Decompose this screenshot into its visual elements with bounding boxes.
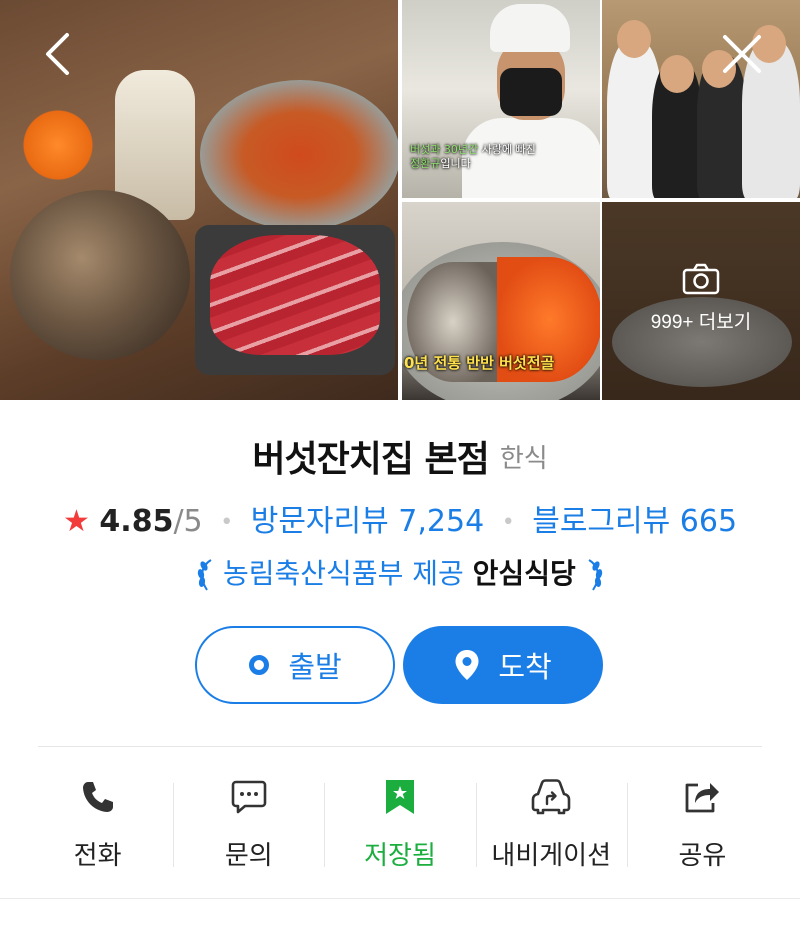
hotpot-photo[interactable]: 0년 전통 반반 버섯전골 xyxy=(402,202,600,400)
share-action[interactable]: 공유 xyxy=(626,775,778,875)
safe-restaurant-certification[interactable]: 농림축산식품부 제공 안심식당 xyxy=(0,552,800,592)
back-button[interactable] xyxy=(34,32,82,80)
more-photos-overlay[interactable]: 999+ 더보기 xyxy=(602,202,800,400)
start-button-label: 출발 xyxy=(288,650,342,684)
save-label: 저장됨 xyxy=(364,841,436,871)
call-action[interactable]: 전화 xyxy=(22,775,173,875)
share-icon xyxy=(683,775,721,819)
laurel-right-icon xyxy=(585,559,605,591)
bookmark-icon xyxy=(384,775,416,819)
hotpot-image xyxy=(200,80,398,230)
star-icon: ★ xyxy=(62,504,90,539)
close-button[interactable] xyxy=(718,32,766,80)
start-button[interactable]: 출발 xyxy=(195,626,395,704)
photo-gallery: 버섯과 30년간 사랑에 빠진 정환규입니다 0년 전통 반반 버섯전골 999… xyxy=(0,0,800,400)
chevron-left-icon xyxy=(43,32,73,80)
close-icon xyxy=(721,33,763,79)
place-category: 한식 xyxy=(499,443,548,474)
laurel-left-icon xyxy=(195,559,223,591)
mushroom-pile xyxy=(10,190,190,360)
separator-dot: • xyxy=(501,510,515,535)
share-label: 공유 xyxy=(678,841,727,871)
person-head xyxy=(660,55,694,93)
rating-value: 4.85 xyxy=(99,504,174,539)
certification-provider: 농림축산식품부 제공 xyxy=(223,557,464,590)
person-head xyxy=(617,20,651,58)
chef-caption: 버섯과 30년간 사랑에 빠진 정환규입니다 xyxy=(410,143,536,170)
group-photo[interactable] xyxy=(602,0,800,198)
place-header: 버섯잔치집 본점 한식 xyxy=(0,430,800,482)
visitor-reviews-link[interactable]: 방문자리뷰 7,254 xyxy=(251,504,484,539)
arrive-button-label: 도착 xyxy=(498,650,552,684)
more-photos-label: 999+ 더보기 xyxy=(650,311,752,333)
certification-name: 안심식당 xyxy=(472,557,576,590)
blog-reviews-link[interactable]: 블로그리뷰 665 xyxy=(532,504,737,539)
car-navigation-icon xyxy=(530,775,572,819)
hotpot-caption: 0년 전통 반반 버섯전골 xyxy=(404,354,555,372)
divider xyxy=(38,746,762,747)
call-label: 전화 xyxy=(73,841,122,871)
chat-icon xyxy=(231,775,267,819)
phone-icon xyxy=(80,775,116,819)
navigation-action[interactable]: 내비게이션 xyxy=(475,775,627,875)
camera-icon xyxy=(682,263,720,299)
stats-row: ★ 4.85/5 • 방문자리뷰 7,254 • 블로그리뷰 665 xyxy=(0,496,800,540)
chef-photo[interactable]: 버섯과 30년간 사랑에 빠진 정환규입니다 xyxy=(402,0,600,198)
sliced-beef xyxy=(210,235,380,355)
inquiry-label: 문의 xyxy=(224,841,273,871)
separator-dot: • xyxy=(220,510,234,535)
divider xyxy=(0,898,800,899)
navigation-label: 내비게이션 xyxy=(491,841,612,871)
save-action[interactable]: 저장됨 xyxy=(324,775,475,875)
chef-mask xyxy=(500,68,562,116)
shredded-carrot-garnish xyxy=(18,105,98,185)
route-buttons: 출발 도착 xyxy=(0,626,800,704)
rating-max: /5 xyxy=(173,504,203,539)
inquiry-action[interactable]: 문의 xyxy=(173,775,324,875)
chef-hat xyxy=(490,4,570,52)
origin-dot-icon xyxy=(248,654,270,676)
arrive-button[interactable]: 도착 xyxy=(403,626,603,704)
location-pin-icon xyxy=(454,649,480,681)
place-name: 버섯잔치집 본점 xyxy=(252,439,489,480)
action-bar: 전화 문의 저장됨 내비게이션 공유 xyxy=(22,775,778,875)
more-photos-tile[interactable]: 999+ 더보기 xyxy=(602,202,800,400)
